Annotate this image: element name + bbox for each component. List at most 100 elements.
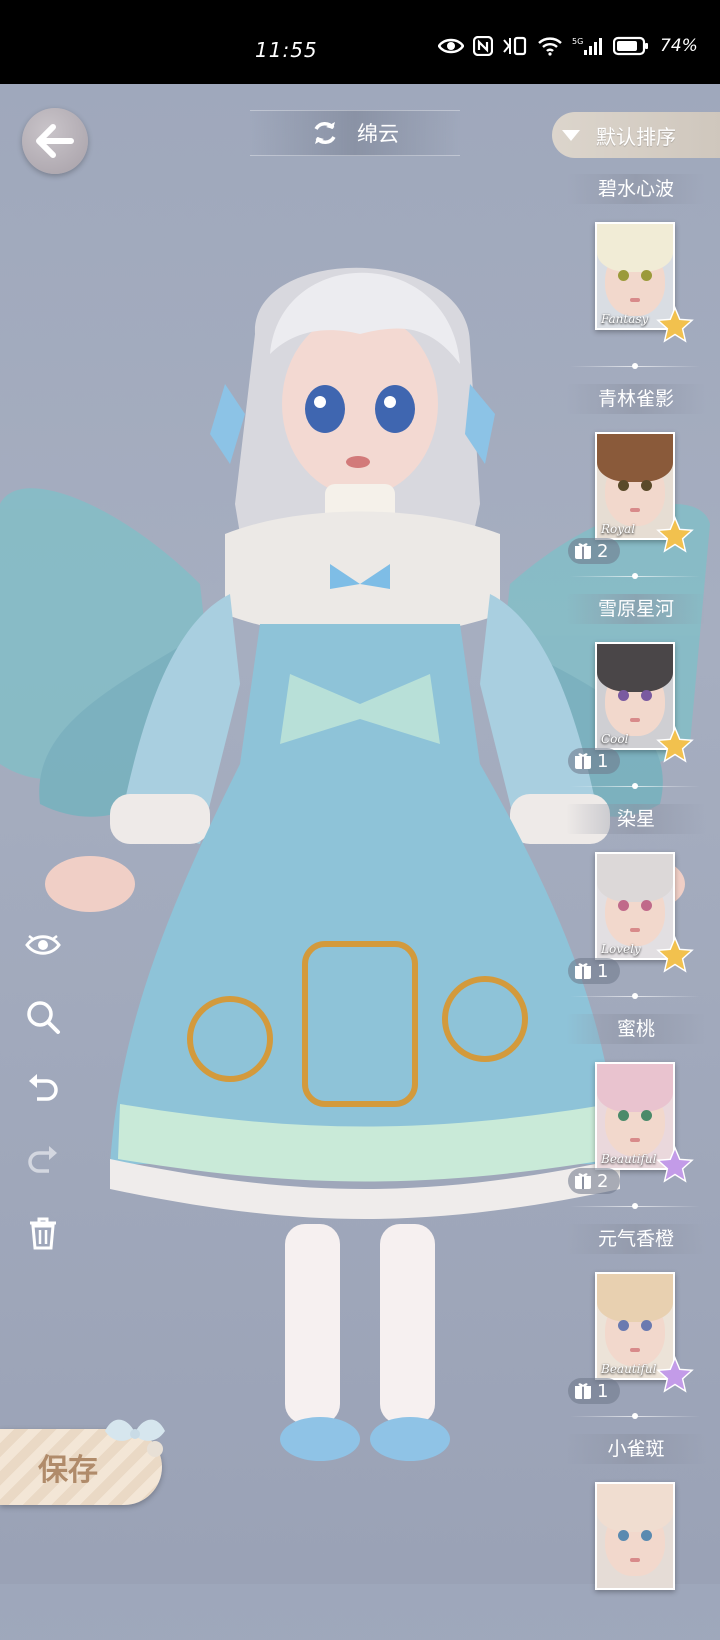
chevron-down-icon [562,129,580,141]
status-time: 11:55 [255,38,318,62]
star-rating-icon [656,306,694,343]
list-divider [570,993,700,999]
star-rating-icon [656,516,694,553]
mouth-preview [630,1558,640,1562]
status-icons: 5G 74% [438,36,698,56]
tool-column [22,924,64,1284]
list-divider [570,1413,700,1419]
hair-style-name: 蜜桃 [566,1014,706,1044]
eye-preview [618,1530,629,1541]
battery-icon [613,36,648,56]
arrow-left-icon [36,124,74,158]
sort-label: 默认排序 [596,124,676,149]
hair-style-item[interactable]: 雪原星河 Cool 1 [560,590,720,800]
outfit-title: 绵云 [357,122,399,146]
eye-preview [641,1320,652,1331]
vibrate-icon [503,36,527,56]
gift-icon [575,543,591,559]
eye-preview [618,1110,629,1121]
list-divider [570,1203,700,1209]
hair-style-tag: Royal [601,522,636,536]
redo-button[interactable] [22,1140,64,1182]
refresh-icon [314,122,336,144]
save-label: 保存 [38,1453,98,1488]
bow-decoration-icon [105,1419,165,1457]
hair-style-name: 碧水心波 [566,174,706,204]
star-rating-icon [656,726,694,763]
save-button[interactable]: 保存 [0,1419,165,1505]
toggle-view-button[interactable] [22,924,64,966]
owned-count-badge: 1 [568,1378,620,1404]
signal-icon: 5G [572,37,602,55]
mouth-preview [630,718,640,722]
eye-preview [618,1320,629,1331]
trash-icon [30,1217,56,1250]
hair-style-name: 染星 [566,804,706,834]
hair-style-item[interactable]: 元气香橙 Beautiful 1 [560,1220,720,1430]
mouth-preview [630,508,640,512]
hair-style-name: 雪原星河 [566,594,706,624]
owned-count: 1 [597,750,609,772]
eye-preview [641,480,652,491]
hair-preview [597,1064,673,1112]
star-rating-icon [656,1146,694,1183]
owned-count: 2 [597,540,609,562]
hair-preview [597,224,673,272]
undo-icon [29,1074,58,1101]
eye-preview [641,1110,652,1121]
hair-style-tag: Lovely [601,942,641,956]
hair-preview [597,644,673,692]
list-divider [570,573,700,579]
owned-count-badge: 2 [568,538,620,564]
redo-icon [28,1146,57,1173]
star-rating-icon [656,936,694,973]
hair-style-list[interactable]: 碧水心波 Fantasy 青林雀影 Royal 2 雪原星河 Cool 1 染星… [560,170,720,1640]
star-rating-icon [656,1356,694,1393]
wifi-icon [538,37,562,56]
owned-count: 1 [597,1380,609,1402]
hair-style-tag: Beautiful [601,1152,657,1166]
hair-preview [597,1274,673,1322]
hair-style-name: 小雀斑 [566,1434,706,1464]
mouth-preview [630,298,640,302]
hair-style-tag: Beautiful [601,1362,657,1376]
owned-count-badge: 1 [568,958,620,984]
owned-count-badge: 1 [568,748,620,774]
hair-style-item[interactable]: 染星 Lovely 1 [560,800,720,1010]
zoom-button[interactable] [22,996,64,1038]
hair-style-thumbnail[interactable] [595,1482,675,1590]
hair-style-tag: Fantasy [601,312,649,326]
eye-preview [618,480,629,491]
hair-style-name: 元气香橙 [566,1224,706,1254]
hair-style-item[interactable]: 青林雀影 Royal 2 [560,380,720,590]
mouth-preview [630,928,640,932]
hair-preview [597,854,673,902]
nfc-icon [473,36,493,56]
zoom-icon [27,1001,60,1034]
eye-preview [641,900,652,911]
owned-count-badge: 2 [568,1168,620,1194]
owned-count: 2 [597,1170,609,1192]
gift-icon [575,963,591,979]
game-screen: 绵云 默认排序 碧水心波 Fantasy 青林雀影 Royal 2 雪原星河 C… [0,84,720,1590]
status-bar: 11:55 5G 74% [0,0,720,84]
hair-preview [597,1484,673,1532]
eye-icon [25,935,61,955]
back-button[interactable] [22,108,88,174]
hair-style-item[interactable]: 小雀斑 [560,1430,720,1640]
outfit-title-bar[interactable]: 绵云 [250,110,460,156]
hair-style-item[interactable]: 蜜桃 Beautiful 2 [560,1010,720,1220]
eye-preview [618,270,629,281]
mouth-preview [630,1138,640,1142]
gift-icon [575,753,591,769]
hair-preview [597,434,673,482]
delete-button[interactable] [22,1212,64,1254]
sort-dropdown[interactable]: 默认排序 [552,112,720,158]
undo-button[interactable] [22,1068,64,1110]
svg-text:5G: 5G [572,37,583,46]
hair-style-name: 青林雀影 [566,384,706,414]
eye-preview [641,690,652,701]
eye-preview [641,270,652,281]
hair-style-item[interactable]: 碧水心波 Fantasy [560,170,720,380]
owned-count: 1 [597,960,609,982]
